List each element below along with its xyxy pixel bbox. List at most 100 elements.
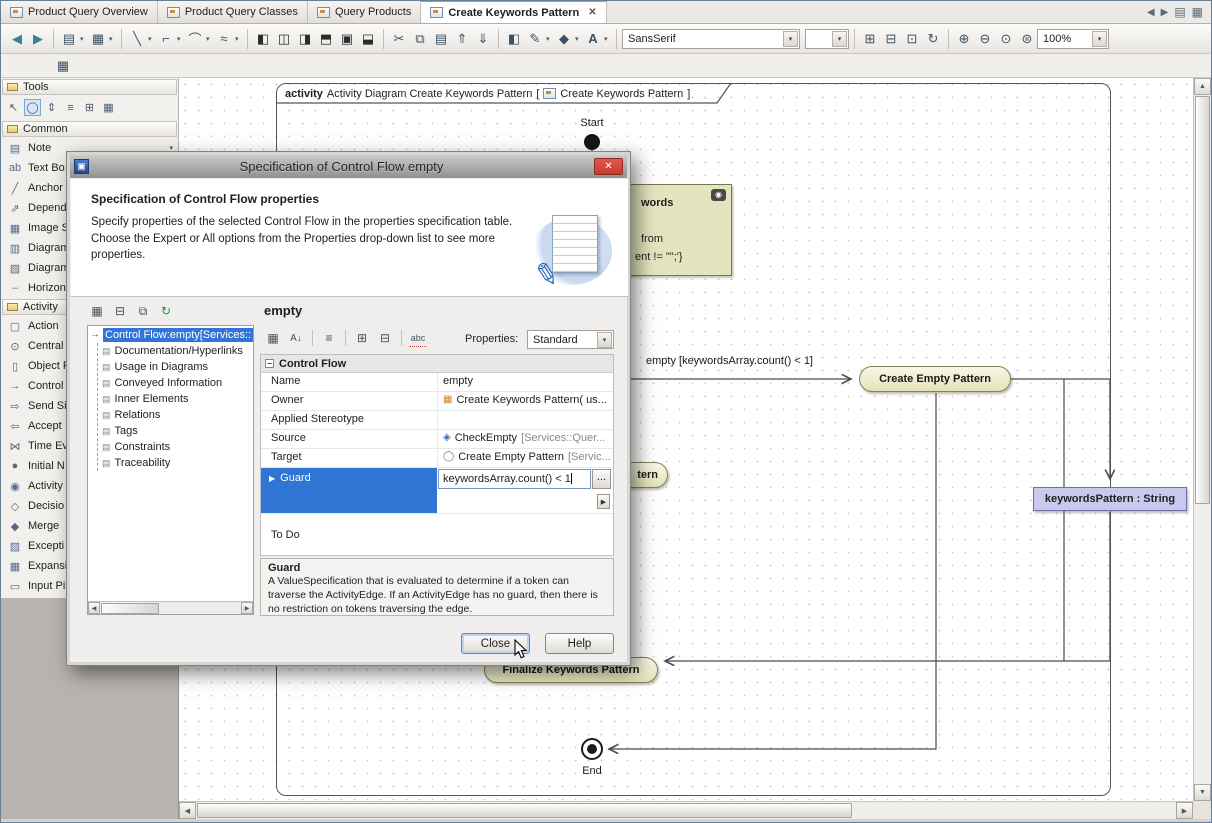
vertical-scrollbar[interactable]: ▲ ▼ <box>1193 78 1211 801</box>
keywords-pattern-object-node[interactable]: keywordsPattern : String <box>1033 487 1187 511</box>
fill-color-icon[interactable]: ◆ <box>554 29 574 49</box>
model-browser-icon[interactable]: ▦ <box>88 29 108 49</box>
paste-icon[interactable]: ▤ <box>431 29 451 49</box>
font-size-combo[interactable]: ▾ <box>805 29 849 49</box>
align-middle-icon[interactable]: ▣ <box>337 29 357 49</box>
zoom-level-combo[interactable]: 100% ▾ <box>1037 29 1109 49</box>
cut-icon[interactable]: ✂ <box>389 29 409 49</box>
property-row-todo[interactable]: To Do <box>261 527 613 545</box>
vertical-scroll-thumb[interactable] <box>1195 96 1210 504</box>
property-row-name[interactable]: Name empty <box>261 373 613 392</box>
containment-tree-icon[interactable]: ▤ <box>59 29 79 49</box>
chevron-down-icon[interactable]: ▾ <box>575 35 582 43</box>
layers-icon[interactable]: ◧ <box>504 29 524 49</box>
zoom-in-icon[interactable]: ⊕ <box>954 29 974 49</box>
chevron-down-icon[interactable]: ▾ <box>597 332 612 348</box>
align-center-icon[interactable]: ◫ <box>274 29 294 49</box>
distribute-tool-icon[interactable]: ≡ <box>62 99 79 116</box>
control-flow-guard-label[interactable]: empty [keywordsArray.count() < 1] <box>646 355 813 367</box>
chevron-down-icon[interactable]: ▾ <box>177 35 184 43</box>
chevron-down-icon[interactable]: ▾ <box>546 35 553 43</box>
chevron-down-icon[interactable]: ▾ <box>80 35 87 43</box>
zoom-reset-icon[interactable]: ⊙ <box>996 29 1016 49</box>
polyline-tool-icon[interactable]: ⌐ <box>156 29 176 49</box>
windows-icon[interactable]: ▦ <box>1192 5 1203 19</box>
copy-view-icon[interactable]: ⧉ <box>134 302 152 320</box>
categorized-view-icon[interactable]: ▦ <box>264 329 282 347</box>
scroll-up-icon[interactable]: ▲ <box>1194 78 1211 95</box>
chevron-down-icon[interactable]: ▾ <box>235 35 242 43</box>
chevron-down-icon[interactable]: ▾ <box>206 35 213 43</box>
final-node[interactable] <box>581 738 603 760</box>
tab-query-products[interactable]: Query Products <box>308 1 421 23</box>
scroll-down-icon[interactable]: ▼ <box>1194 784 1211 801</box>
refresh-icon[interactable]: ↻ <box>923 29 943 49</box>
align-left-icon[interactable]: ◧ <box>253 29 273 49</box>
tree-item-conveyed-information[interactable]: ▤ Conveyed Information <box>102 375 253 391</box>
palette-section-tools[interactable]: Tools <box>2 79 177 95</box>
pen-icon[interactable]: ✎ <box>525 29 545 49</box>
tree-item-tags[interactable]: ▤ Tags <box>102 423 253 439</box>
align-top-icon[interactable]: ⬒ <box>316 29 336 49</box>
property-row-guard[interactable]: ▶ Guard keywordsArray.count() < 1 ... ▶ <box>261 468 613 514</box>
font-family-combo[interactable]: SansSerif ▾ <box>622 29 800 49</box>
guard-edit-button[interactable]: ... <box>592 469 611 489</box>
tree-horizontal-scrollbar[interactable]: ◀ ▶ <box>88 601 253 614</box>
tab-product-query-classes[interactable]: Product Query Classes <box>158 1 308 23</box>
specification-tree[interactable]: → Control Flow:empty[Services:: ▤ Docume… <box>87 325 254 615</box>
collapse-tree-icon[interactable]: ⊟ <box>111 302 129 320</box>
scroll-left-icon[interactable]: ◀ <box>88 602 100 614</box>
chevron-down-icon[interactable]: ▾ <box>1092 31 1107 47</box>
align-middle-tool-icon[interactable]: ⇕ <box>43 99 60 116</box>
property-row-target[interactable]: Target ◯ Create Empty Pattern [Servic... <box>261 449 613 468</box>
scroll-right-icon[interactable]: ▶ <box>1176 802 1193 819</box>
collapse-group-icon[interactable]: − <box>265 359 274 368</box>
tab-list-icon[interactable]: ▤ <box>1174 5 1185 19</box>
palette-section-common[interactable]: Common <box>2 121 177 137</box>
remove-shape-icon[interactable]: ⊟ <box>881 29 901 49</box>
chevron-down-icon[interactable]: ▾ <box>109 35 116 43</box>
horizontal-scroll-thumb[interactable] <box>197 803 852 818</box>
oval-select-tool-icon[interactable]: ◯ <box>24 99 41 116</box>
dialog-title-bar[interactable]: ▣ Specification of Control Flow empty ✕ <box>70 155 627 178</box>
diagram-tree-icon[interactable]: ▦ <box>53 56 73 76</box>
guard-expand-button[interactable]: ▶ <box>597 494 610 509</box>
matrix-tool-icon[interactable]: ▦ <box>100 99 117 116</box>
tree-item-inner-elements[interactable]: ▤ Inner Elements <box>102 391 253 407</box>
next-tab-icon[interactable]: ▶ <box>1161 7 1169 18</box>
spelling-icon[interactable]: abc <box>409 329 427 347</box>
import-icon[interactable]: ⇑ <box>452 29 472 49</box>
forward-icon[interactable]: ▶ <box>28 29 48 49</box>
tree-item-documentation[interactable]: ▤ Documentation/Hyperlinks <box>102 343 253 359</box>
list-view-icon[interactable]: ≡ <box>320 329 338 347</box>
close-icon[interactable]: ✕ <box>588 7 596 18</box>
prev-tab-icon[interactable]: ◀ <box>1147 7 1155 18</box>
tree-item-usage-in-diagrams[interactable]: ▤ Usage in Diagrams <box>102 359 253 375</box>
align-right-icon[interactable]: ◨ <box>295 29 315 49</box>
property-row-source[interactable]: Source ◈ CheckEmpty [Services::Quer... <box>261 430 613 449</box>
split-keywords-note[interactable]: ◉ words from ent != "";'} <box>629 184 732 276</box>
tree-root-item[interactable]: → Control Flow:empty[Services:: <box>88 326 253 343</box>
grid-tool-icon[interactable]: ⊞ <box>81 99 98 116</box>
expand-all-icon[interactable]: ⊞ <box>353 329 371 347</box>
chevron-down-icon[interactable]: ▾ <box>148 35 155 43</box>
tab-product-query-overview[interactable]: Product Query Overview <box>1 1 158 23</box>
refresh-icon[interactable]: ↻ <box>157 302 175 320</box>
chevron-down-icon[interactable]: ▾ <box>783 31 798 47</box>
tree-item-constraints[interactable]: ▤ Constraints <box>102 439 253 455</box>
chevron-down-icon[interactable]: ▾ <box>832 31 847 47</box>
help-button[interactable]: Help <box>545 633 614 654</box>
chevron-down-icon[interactable]: ▾ <box>604 35 611 43</box>
tab-create-keywords-pattern[interactable]: Create Keywords Pattern ✕ <box>421 1 606 23</box>
property-row-owner[interactable]: Owner ▦ Create Keywords Pattern( us... <box>261 392 613 411</box>
curve-tool-icon[interactable]: ⌒ <box>185 29 205 49</box>
scroll-right-icon[interactable]: ▶ <box>241 602 253 614</box>
tree-item-relations[interactable]: ▤ Relations <box>102 407 253 423</box>
property-row-applied-stereotype[interactable]: Applied Stereotype <box>261 411 613 430</box>
zoom-fit-icon[interactable]: ⊜ <box>1017 29 1037 49</box>
properties-view-icon[interactable]: ▦ <box>88 302 106 320</box>
horizontal-scrollbar[interactable]: ◀ ▶ <box>179 801 1193 819</box>
add-shape-icon[interactable]: ⊞ <box>860 29 880 49</box>
initial-node[interactable] <box>584 134 600 150</box>
pointer-tool-icon[interactable]: ↖ <box>5 99 22 116</box>
